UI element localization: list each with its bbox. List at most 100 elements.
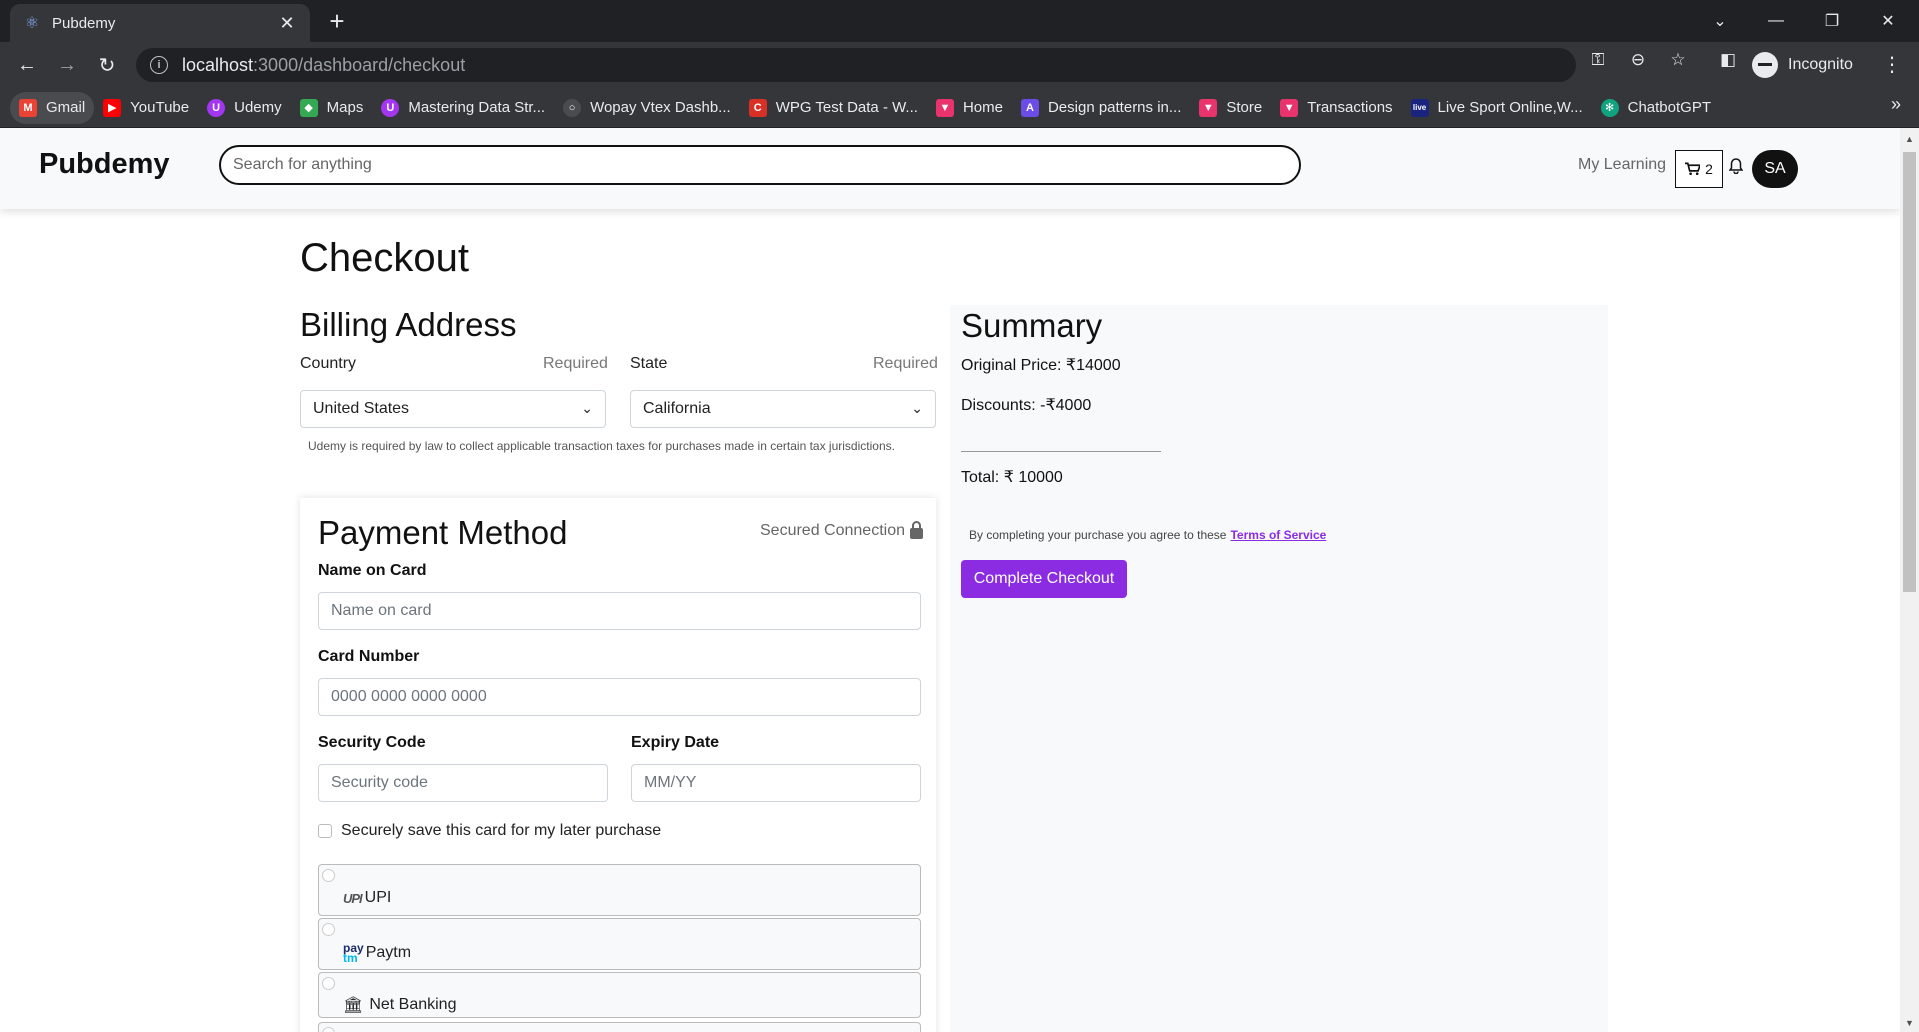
expiry-date-input[interactable] <box>631 764 921 802</box>
globe-icon: ○ <box>563 98 582 117</box>
bookmarks-bar: M Gmail ▶ YouTube U Udemy ◆ Maps U Mastering … <box>0 88 1919 128</box>
bookmark-item[interactable]: ▼ Store <box>1190 92 1271 124</box>
new-tab-button[interactable]: + <box>322 7 352 37</box>
terms-of-service-link[interactable]: Terms of Service <box>1230 528 1326 542</box>
bookmark-item[interactable]: ◆ Maps <box>291 92 373 124</box>
payment-option-paytm[interactable]: pay tm Paytm <box>318 918 921 970</box>
close-tab-icon[interactable]: ✕ <box>276 13 298 34</box>
state-required-label: Required <box>873 355 938 372</box>
payment-method-card: Payment Method Secured Connection Name o… <box>300 498 936 1032</box>
scroll-down-icon[interactable]: ▼ <box>1904 1018 1915 1028</box>
zoom-icon[interactable]: ⊖ <box>1628 50 1648 70</box>
card-number-input[interactable] <box>318 678 921 716</box>
my-learning-link[interactable]: My Learning <box>1578 156 1666 174</box>
bookmark-item[interactable]: ○ Wopay Vtex Dashb... <box>554 92 740 124</box>
chatgpt-icon: ✻ <box>1600 98 1619 117</box>
more-bookmarks-icon[interactable]: » <box>1891 94 1901 115</box>
key-icon[interactable]: ⚿ <box>1588 50 1608 70</box>
save-card-checkbox[interactable] <box>318 824 332 838</box>
bookmark-item[interactable]: ▼ Transactions <box>1271 92 1401 124</box>
scroll-up-icon[interactable]: ▲ <box>1904 134 1915 144</box>
page-title: Checkout <box>300 236 469 280</box>
bookmark-item[interactable]: U Mastering Data Str... <box>372 92 554 124</box>
close-window-button[interactable]: ✕ <box>1860 0 1916 42</box>
incognito-indicator[interactable]: Incognito <box>1752 47 1853 83</box>
browser-tab[interactable]: ⚛ Pubdemy ✕ <box>10 4 310 42</box>
brand-logo[interactable]: Pubdemy <box>39 148 170 181</box>
incognito-label: Incognito <box>1788 56 1853 73</box>
side-panel-icon[interactable]: ◧ <box>1718 50 1738 70</box>
card-number-label: Card Number <box>318 648 420 665</box>
payment-option-upi[interactable]: UPI UPI <box>318 864 921 916</box>
bookmark-item[interactable]: A Design patterns in... <box>1012 92 1190 124</box>
paytm-label: Paytm <box>365 944 412 961</box>
tax-note: Udemy is required by law to collect appl… <box>308 439 895 453</box>
udemy-icon: U <box>381 98 400 117</box>
chevron-down-icon: ⌄ <box>581 400 593 416</box>
bookmark-item[interactable]: ▶ YouTube <box>94 92 198 124</box>
reload-icon[interactable]: ↻ <box>92 50 122 80</box>
url-text: localhost:3000/dashboard/checkout <box>182 54 466 75</box>
v-icon: ▼ <box>1280 98 1299 117</box>
tab-title: Pubdemy <box>52 14 116 32</box>
bookmark-item[interactable]: live Live Sport Online,W... <box>1402 92 1592 124</box>
secured-connection-label: Secured Connection <box>760 522 905 539</box>
bookmark-item[interactable]: U Udemy <box>198 92 291 124</box>
payment-option-more[interactable] <box>318 1022 921 1032</box>
save-card-option[interactable]: Securely save this card for my later pur… <box>318 822 661 840</box>
scrollbar-thumb[interactable] <box>1903 152 1916 592</box>
country-label: Country <box>300 355 357 372</box>
upi-logo-icon: UPI <box>343 890 363 906</box>
upi-radio[interactable] <box>322 869 335 882</box>
react-icon: ⚛ <box>24 15 40 32</box>
net-banking-label: Net Banking <box>369 996 457 1013</box>
billing-address-heading: Billing Address <box>300 306 517 343</box>
country-select-value: United States <box>313 400 410 417</box>
more-radio[interactable] <box>322 1027 335 1032</box>
bell-icon[interactable] <box>1728 158 1744 178</box>
name-on-card-input[interactable] <box>318 592 921 630</box>
page-scrollbar[interactable]: ▲ ▼ <box>1900 128 1919 1032</box>
incognito-icon <box>1752 52 1778 78</box>
name-on-card-label: Name on Card <box>318 562 427 579</box>
search-input[interactable] <box>219 145 1301 185</box>
browser-menu-icon[interactable]: ⋮ <box>1882 50 1902 80</box>
restore-button[interactable]: ❐ <box>1804 0 1860 42</box>
country-select[interactable]: United States ⌄ <box>300 390 606 428</box>
total-price: Total: ₹ 10000 <box>961 469 1063 486</box>
expiry-date-label: Expiry Date <box>631 734 720 751</box>
tab-search-icon[interactable]: ⌄ <box>1692 0 1748 42</box>
back-icon[interactable]: ← <box>12 50 42 80</box>
bookmark-item[interactable]: M Gmail <box>10 91 95 124</box>
bookmark-item[interactable]: ✻ ChatbotGPT <box>1592 92 1720 124</box>
bookmark-star-icon[interactable]: ☆ <box>1668 50 1688 70</box>
save-card-label: Securely save this card for my later pur… <box>341 822 662 839</box>
bookmark-item[interactable]: C WPG Test Data - W... <box>740 92 927 124</box>
security-code-input[interactable] <box>318 764 608 802</box>
complete-checkout-button[interactable]: Complete Checkout <box>961 560 1127 598</box>
state-select[interactable]: California ⌄ <box>630 390 936 428</box>
paytm-radio[interactable] <box>322 923 335 936</box>
terms-notice: By completing your purchase you agree to… <box>969 528 1326 542</box>
v-icon: ▼ <box>935 98 954 117</box>
minimize-button[interactable]: — <box>1748 0 1804 42</box>
a-icon: A <box>1020 98 1039 117</box>
avatar[interactable]: SA <box>1752 150 1798 188</box>
bookmark-item[interactable]: ▼ Home <box>927 92 1012 124</box>
upi-option-row: UPI UPI <box>343 889 391 907</box>
browser-toolbar: ← → ↻ i localhost:3000/dashboard/checkou… <box>0 42 1919 88</box>
original-price: Original Price: ₹14000 <box>961 357 1121 374</box>
bank-icon: 🏛 <box>343 997 364 1014</box>
browser-tabstrip: ⚛ Pubdemy ✕ + ⌄ — ❐ ✕ <box>0 0 1919 42</box>
live-icon: live <box>1410 98 1429 117</box>
cart-button[interactable]: 2 <box>1675 150 1723 188</box>
forward-icon[interactable]: → <box>52 50 82 80</box>
app-header: Pubdemy My Learning 2 SA <box>0 128 1900 209</box>
payment-option-net-banking[interactable]: 🏛 Net Banking <box>318 972 921 1018</box>
discounts: Discounts: -₹4000 <box>961 397 1092 414</box>
address-bar[interactable]: i localhost:3000/dashboard/checkout <box>136 48 1576 82</box>
site-info-icon[interactable]: i <box>150 56 168 74</box>
lock-icon <box>909 521 923 539</box>
c-icon: C <box>748 98 767 117</box>
net-banking-radio[interactable] <box>322 977 335 990</box>
